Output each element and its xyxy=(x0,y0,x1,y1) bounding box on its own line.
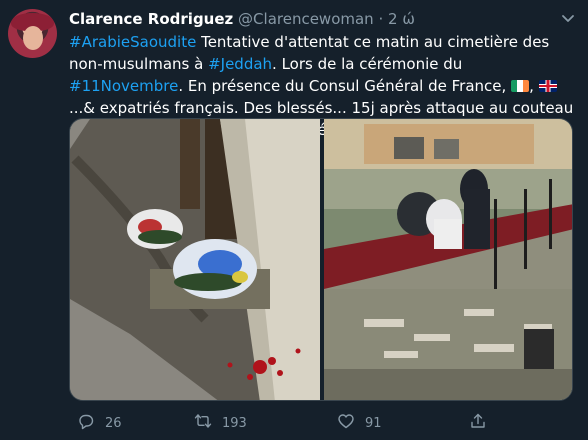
reply-count: 26 xyxy=(105,415,122,431)
like-button[interactable]: 91 xyxy=(337,412,382,434)
tweet[interactable]: Clarence Rodriguez @Clarencewoman · 2 ώ … xyxy=(0,0,588,440)
retweet-count: 193 xyxy=(222,415,247,431)
tweet-header: Clarence Rodriguez @Clarencewoman · 2 ώ xyxy=(69,10,415,30)
tweet-media[interactable] xyxy=(69,118,573,401)
hashtag-arabie-saoudite[interactable]: #ArabieSaoudite xyxy=(69,33,196,51)
tweet-text-segment: . Lors de la cérémonie du xyxy=(272,55,463,73)
tweet-text-segment: , xyxy=(529,77,539,95)
photo-ceremony-injured[interactable] xyxy=(324,119,572,400)
share-icon xyxy=(469,412,487,434)
reply-icon xyxy=(77,412,95,434)
photo-cemetery-wreaths[interactable] xyxy=(70,119,320,400)
author-avatar[interactable] xyxy=(8,9,57,58)
tweet-timestamp[interactable]: 2 ώ xyxy=(388,10,415,28)
tweet-actions: 26 193 91 xyxy=(69,412,574,434)
heart-icon xyxy=(337,412,355,434)
hashtag-jeddah[interactable]: #Jeddah xyxy=(208,55,272,73)
share-button[interactable] xyxy=(469,412,487,434)
reply-button[interactable]: 26 xyxy=(77,412,122,434)
like-count: 91 xyxy=(365,415,382,431)
uk-flag-icon xyxy=(538,80,557,92)
retweet-icon xyxy=(194,412,212,434)
hashtag-11-novembre[interactable]: #11Novembre xyxy=(69,77,178,95)
author-name[interactable]: Clarence Rodriguez xyxy=(69,10,233,28)
avatar-face xyxy=(23,26,43,50)
author-handle[interactable]: @Clarencewoman xyxy=(238,10,374,28)
retweet-button[interactable]: 193 xyxy=(194,412,247,434)
ireland-flag-icon xyxy=(511,80,530,92)
tweet-text-segment: . En présence du Consul Général de Franc… xyxy=(178,77,512,95)
header-separator: · xyxy=(378,10,384,28)
chevron-down-icon[interactable] xyxy=(560,11,576,25)
